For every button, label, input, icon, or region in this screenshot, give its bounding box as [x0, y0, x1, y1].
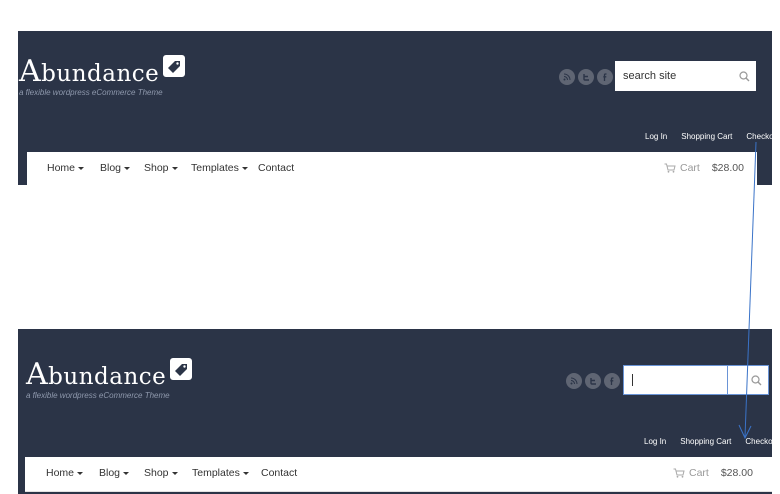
shopping-cart-link[interactable]: Shopping Cart — [681, 132, 732, 141]
caret-down-icon — [242, 471, 249, 475]
facebook-icon[interactable] — [597, 69, 613, 85]
nav-contact[interactable]: Contact — [258, 162, 294, 174]
search-input[interactable] — [624, 366, 728, 394]
nav-templates-label: Templates — [191, 162, 239, 174]
nav-contact[interactable]: Contact — [261, 467, 297, 479]
cart-icon — [664, 163, 676, 173]
nav-blog[interactable]: Blog — [99, 467, 130, 479]
nav-templates-label: Templates — [192, 467, 240, 479]
rss-icon[interactable] — [559, 69, 575, 85]
main-navbar: Home Blog Shop Templates Contact Cart $2… — [25, 457, 772, 492]
price-tag-icon — [170, 358, 193, 380]
account-links: Log In Shopping Cart Checkout — [645, 132, 772, 141]
site-header-before: Abundance a flexible wordpress eCommerce… — [18, 31, 772, 185]
login-link[interactable]: Log In — [644, 437, 666, 446]
cart-icon — [673, 468, 685, 478]
nav-shop-label: Shop — [144, 467, 169, 479]
site-header-after: Abundance a flexible wordpress eCommerce… — [18, 329, 772, 494]
twitter-icon[interactable] — [585, 373, 601, 389]
text-caret — [632, 374, 633, 386]
nav-contact-label: Contact — [261, 467, 298, 479]
twitter-icon[interactable] — [578, 69, 594, 85]
nav-blog-label: Blog — [100, 162, 122, 174]
logo-initial: A — [26, 357, 49, 392]
cart-label: Cart — [680, 162, 700, 174]
nav-shop-label: Shop — [144, 162, 169, 174]
caret-down-icon — [123, 471, 130, 475]
nav-templates[interactable]: Templates — [192, 467, 249, 479]
nav-home-label: Home — [47, 162, 76, 174]
nav-home[interactable]: Home — [46, 467, 84, 479]
rss-icon[interactable] — [566, 373, 582, 389]
caret-down-icon — [124, 166, 131, 170]
nav-shop[interactable]: Shop — [144, 467, 178, 479]
caret-down-icon — [77, 471, 84, 475]
shopping-cart-link[interactable]: Shopping Cart — [680, 437, 731, 446]
social-links — [559, 69, 613, 85]
nav-templates[interactable]: Templates — [191, 162, 248, 174]
facebook-icon[interactable] — [604, 373, 620, 389]
search-box[interactable]: search site — [615, 61, 756, 91]
nav-blog-label: Blog — [99, 467, 121, 479]
nav-blog[interactable]: Blog — [100, 162, 131, 174]
nav-shop[interactable]: Shop — [144, 162, 178, 174]
caret-down-icon — [171, 471, 178, 475]
social-links — [566, 373, 620, 389]
checkout-link[interactable]: Checkout — [746, 132, 772, 141]
nav-home[interactable]: Home — [47, 162, 85, 174]
logo-tagline: a flexible wordpress eCommerce Theme — [19, 88, 163, 97]
site-logo[interactable]: Abundance a flexible wordpress eCommerce… — [26, 357, 193, 400]
nav-contact-label: Contact — [258, 162, 295, 174]
account-links: Log In Shopping Cart Checkout — [644, 437, 772, 446]
search-icon — [750, 374, 761, 385]
logo-initial: A — [19, 54, 42, 89]
price-tag-icon — [163, 55, 186, 77]
mini-cart[interactable]: Cart $28.00 — [664, 162, 744, 174]
caret-down-icon — [171, 166, 178, 170]
caret-down-icon — [241, 166, 248, 170]
logo-name: bundance — [48, 364, 167, 390]
checkout-link[interactable]: Checkout — [745, 437, 772, 446]
search-button[interactable] — [744, 366, 768, 394]
logo-tagline: a flexible wordpress eCommerce Theme — [26, 391, 170, 400]
cart-total: $28.00 — [720, 467, 753, 479]
cart-label: Cart — [689, 467, 709, 479]
logo-name: bundance — [41, 61, 160, 87]
search-icon — [738, 70, 749, 81]
cart-total: $28.00 — [711, 162, 744, 174]
caret-down-icon — [78, 166, 85, 170]
search-box[interactable] — [623, 365, 769, 395]
mini-cart[interactable]: Cart $28.00 — [673, 467, 753, 479]
nav-home-label: Home — [46, 467, 75, 479]
site-logo[interactable]: Abundance a flexible wordpress eCommerce… — [19, 54, 186, 97]
main-navbar: Home Blog Shop Templates Contact Cart $2… — [27, 152, 757, 185]
login-link[interactable]: Log In — [645, 132, 667, 141]
search-input[interactable]: search site — [615, 61, 732, 91]
search-button[interactable] — [732, 61, 756, 91]
